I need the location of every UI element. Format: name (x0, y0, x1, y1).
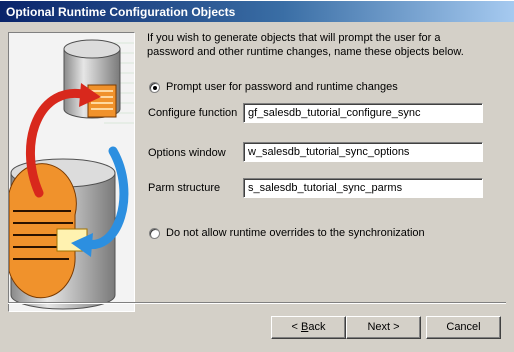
dialog-title: Optional Runtime Configuration Objects (6, 5, 236, 19)
no-overrides-radio[interactable] (149, 228, 160, 239)
prompt-user-radio[interactable] (149, 82, 160, 93)
small-database-icon (63, 39, 121, 119)
no-overrides-radio-label[interactable]: Do not allow runtime overrides to the sy… (166, 227, 425, 239)
prompt-user-radio-label[interactable]: Prompt user for password and runtime cha… (166, 81, 398, 93)
dialog-title-bar[interactable]: Optional Runtime Configuration Objects (0, 0, 514, 22)
database-sync-illustration (9, 33, 134, 311)
next-button[interactable]: Next > (346, 316, 421, 339)
cancel-button[interactable]: Cancel (426, 316, 501, 339)
options-window-label: Options window (148, 147, 226, 159)
back-button-prefix: < (291, 321, 301, 333)
options-window-input[interactable]: w_salesdb_tutorial_sync_options (243, 142, 483, 162)
parm-structure-input[interactable]: s_salesdb_tutorial_sync_parms (243, 178, 483, 198)
intro-text: If you wish to generate objects that wil… (147, 32, 464, 58)
parm-structure-label: Parm structure (148, 182, 221, 194)
button-separator (8, 302, 506, 304)
configure-function-input[interactable]: gf_salesdb_tutorial_configure_sync (243, 103, 483, 123)
large-database-icon (9, 158, 116, 310)
wizard-illustration (8, 32, 135, 312)
back-button[interactable]: < Back (271, 316, 346, 339)
configure-function-label: Configure function (148, 107, 238, 119)
back-button-rest: ack (308, 321, 326, 333)
